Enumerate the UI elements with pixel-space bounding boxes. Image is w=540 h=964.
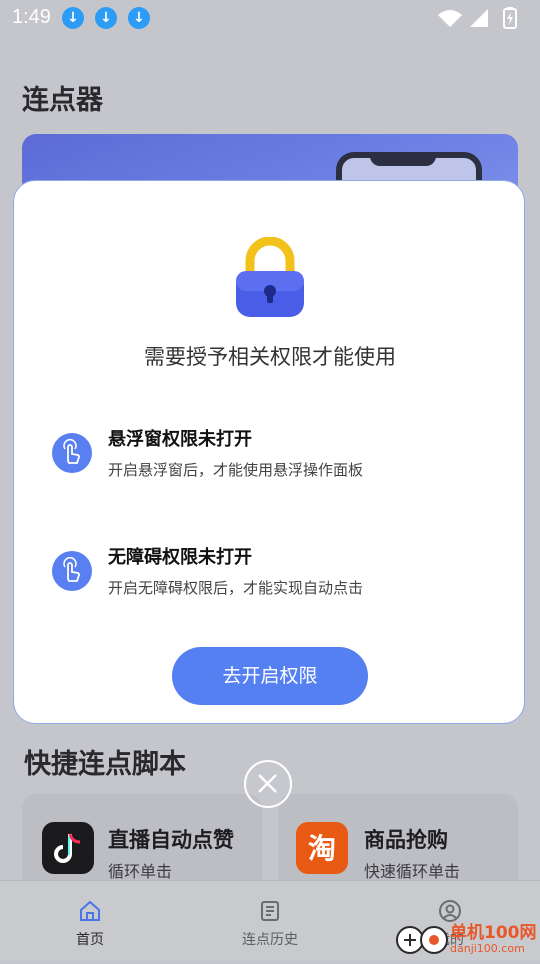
tab-home[interactable]: 首页 [0,881,180,961]
close-icon [258,774,277,793]
tap-hand-icon [52,433,92,473]
card-subtitle: 快速循环单击 [364,862,461,881]
card-subtitle: 循环单击 [108,862,173,881]
lock-icon [236,237,304,317]
wifi-icon [438,10,462,27]
list-icon [261,901,279,921]
tab-label: 连点历史 [242,932,298,948]
taobao-icon: 淘 [296,822,348,874]
card-title: 直播自动点赞 [108,828,234,852]
signal-icon [470,9,488,27]
status-time: 1:49 [12,6,51,28]
page-title: 连点器 [22,85,103,116]
permission-desc: 开启无障碍权限后，才能实现自动点击 [108,579,364,597]
watermark-text: 单机100网 [450,923,537,943]
watermark: 单机100网 danji100.com [392,916,540,960]
download-icon: ↓ [95,7,117,29]
tab-history[interactable]: 连点历史 [180,881,360,961]
tiktok-icon [42,822,94,874]
watermark-logo [396,926,448,954]
permission-desc: 开启悬浮窗后，才能使用悬浮操作面板 [108,461,364,479]
close-dialog-button[interactable] [244,760,292,808]
home-icon [80,900,100,921]
download-icon: ↓ [62,7,84,29]
permission-title: 无障碍权限未打开 [108,547,252,568]
download-icon: ↓ [128,7,150,29]
card-title: 商品抢购 [364,828,448,852]
system-status-icons [438,7,517,29]
open-permissions-button[interactable]: 去开启权限 [172,647,368,705]
watermark-url: danji100.com [450,942,525,955]
permission-dialog: 需要授予相关权限才能使用 悬浮窗权限未打开 开启悬浮窗后，才能使用悬浮操作面板 … [13,180,525,724]
tab-label: 首页 [76,932,104,948]
status-bar: 1:49 ↓ ↓ ↓ [0,0,540,36]
svg-text:淘: 淘 [308,832,336,865]
permission-title: 悬浮窗权限未打开 [108,429,252,450]
permission-item-overlay[interactable]: 悬浮窗权限未打开 开启悬浮窗后，才能使用悬浮操作面板 [52,425,492,495]
dialog-title: 需要授予相关权限才能使用 [144,345,396,369]
permission-item-accessibility[interactable]: 无障碍权限未打开 开启无障碍权限后，才能实现自动点击 [52,543,492,613]
phone-notch [370,152,436,166]
quick-scripts-title: 快捷连点脚本 [24,749,186,780]
tap-hand-icon [52,551,92,591]
